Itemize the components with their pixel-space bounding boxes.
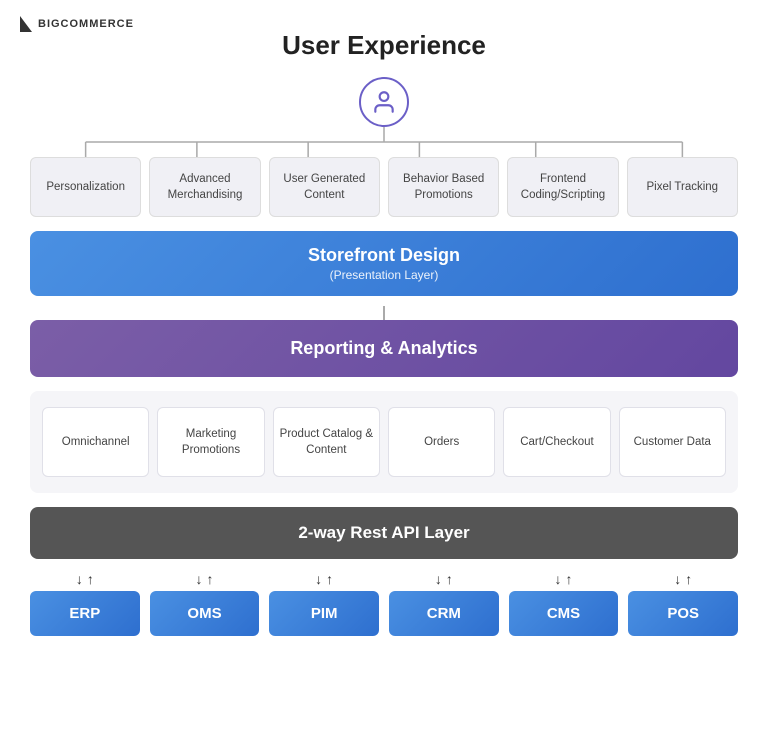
integrations-row: ↓ ↑ ERP ↓ ↑ OMS ↓ ↑ PIM ↓ ↑ CRM <box>30 571 738 636</box>
crm-arrows: ↓ ↑ <box>435 571 453 587</box>
connector-line-1 <box>383 306 385 320</box>
reporting-title: Reporting & Analytics <box>50 338 718 359</box>
pim-arrows: ↓ ↑ <box>315 571 333 587</box>
erp-arrows: ↓ ↑ <box>76 571 94 587</box>
pim-arrow-down: ↓ <box>315 571 322 587</box>
pim-button[interactable]: PIM <box>269 591 379 636</box>
integration-oms: ↓ ↑ OMS <box>150 571 260 636</box>
integration-pos: ↓ ↑ POS <box>628 571 738 636</box>
pos-arrow-up: ↑ <box>685 571 692 587</box>
logo: BIGCOMMERCE <box>20 16 134 32</box>
page-title: User Experience <box>282 30 486 61</box>
user-icon-circle <box>359 77 409 127</box>
oms-button[interactable]: OMS <box>150 591 260 636</box>
erp-button[interactable]: ERP <box>30 591 140 636</box>
middle-box-omnichannel: Omnichannel <box>42 407 149 477</box>
top-box-behavior-based-promotions: Behavior Based Promotions <box>388 157 499 217</box>
crm-arrow-down: ↓ <box>435 571 442 587</box>
integration-erp: ↓ ↑ ERP <box>30 571 140 636</box>
top-box-user-generated-content: User Generated Content <box>269 157 380 217</box>
api-layer-bar: 2-way Rest API Layer <box>30 507 738 559</box>
user-icon-row <box>359 77 409 127</box>
top-box-frontend-coding-scripting: Frontend Coding/Scripting <box>507 157 618 217</box>
top-boxes-row: Personalization Advanced Merchandising U… <box>30 157 738 217</box>
middle-box-cart-checkout: Cart/Checkout <box>503 407 610 477</box>
pos-button[interactable]: POS <box>628 591 738 636</box>
oms-arrows: ↓ ↑ <box>196 571 214 587</box>
crm-button[interactable]: CRM <box>389 591 499 636</box>
top-box-personalization: Personalization <box>30 157 141 217</box>
middle-box-marketing-promotions: Marketing Promotions <box>157 407 264 477</box>
logo-icon <box>20 16 32 32</box>
erp-arrow-down: ↓ <box>76 571 83 587</box>
middle-box-customer-data: Customer Data <box>619 407 726 477</box>
middle-box-product-catalog: Product Catalog & Content <box>273 407 380 477</box>
user-icon <box>371 89 397 115</box>
integration-crm: ↓ ↑ CRM <box>389 571 499 636</box>
integration-cms: ↓ ↑ CMS <box>509 571 619 636</box>
api-title: 2-way Rest API Layer <box>50 523 718 543</box>
storefront-subtitle: (Presentation Layer) <box>50 268 718 282</box>
oms-arrow-up: ↑ <box>207 571 214 587</box>
middle-box-orders: Orders <box>388 407 495 477</box>
logo-text: BIGCOMMERCE <box>38 18 134 30</box>
pos-arrows: ↓ ↑ <box>674 571 692 587</box>
cms-button[interactable]: CMS <box>509 591 619 636</box>
pim-arrow-up: ↑ <box>326 571 333 587</box>
cms-arrow-up: ↑ <box>566 571 573 587</box>
reporting-analytics-bar: Reporting & Analytics <box>30 320 738 377</box>
middle-boxes-row: Omnichannel Marketing Promotions Product… <box>30 391 738 493</box>
pos-arrow-down: ↓ <box>674 571 681 587</box>
storefront-title: Storefront Design <box>50 245 718 266</box>
integration-pim: ↓ ↑ PIM <box>269 571 379 636</box>
top-box-advanced-merchandising: Advanced Merchandising <box>149 157 260 217</box>
erp-arrow-up: ↑ <box>87 571 94 587</box>
crm-arrow-up: ↑ <box>446 571 453 587</box>
diagram: Personalization Advanced Merchandising U… <box>30 77 738 636</box>
storefront-design-bar: Storefront Design (Presentation Layer) <box>30 231 738 296</box>
oms-arrow-down: ↓ <box>196 571 203 587</box>
cms-arrows: ↓ ↑ <box>555 571 573 587</box>
tree-connector <box>30 127 738 157</box>
top-box-pixel-tracking: Pixel Tracking <box>627 157 738 217</box>
cms-arrow-down: ↓ <box>555 571 562 587</box>
